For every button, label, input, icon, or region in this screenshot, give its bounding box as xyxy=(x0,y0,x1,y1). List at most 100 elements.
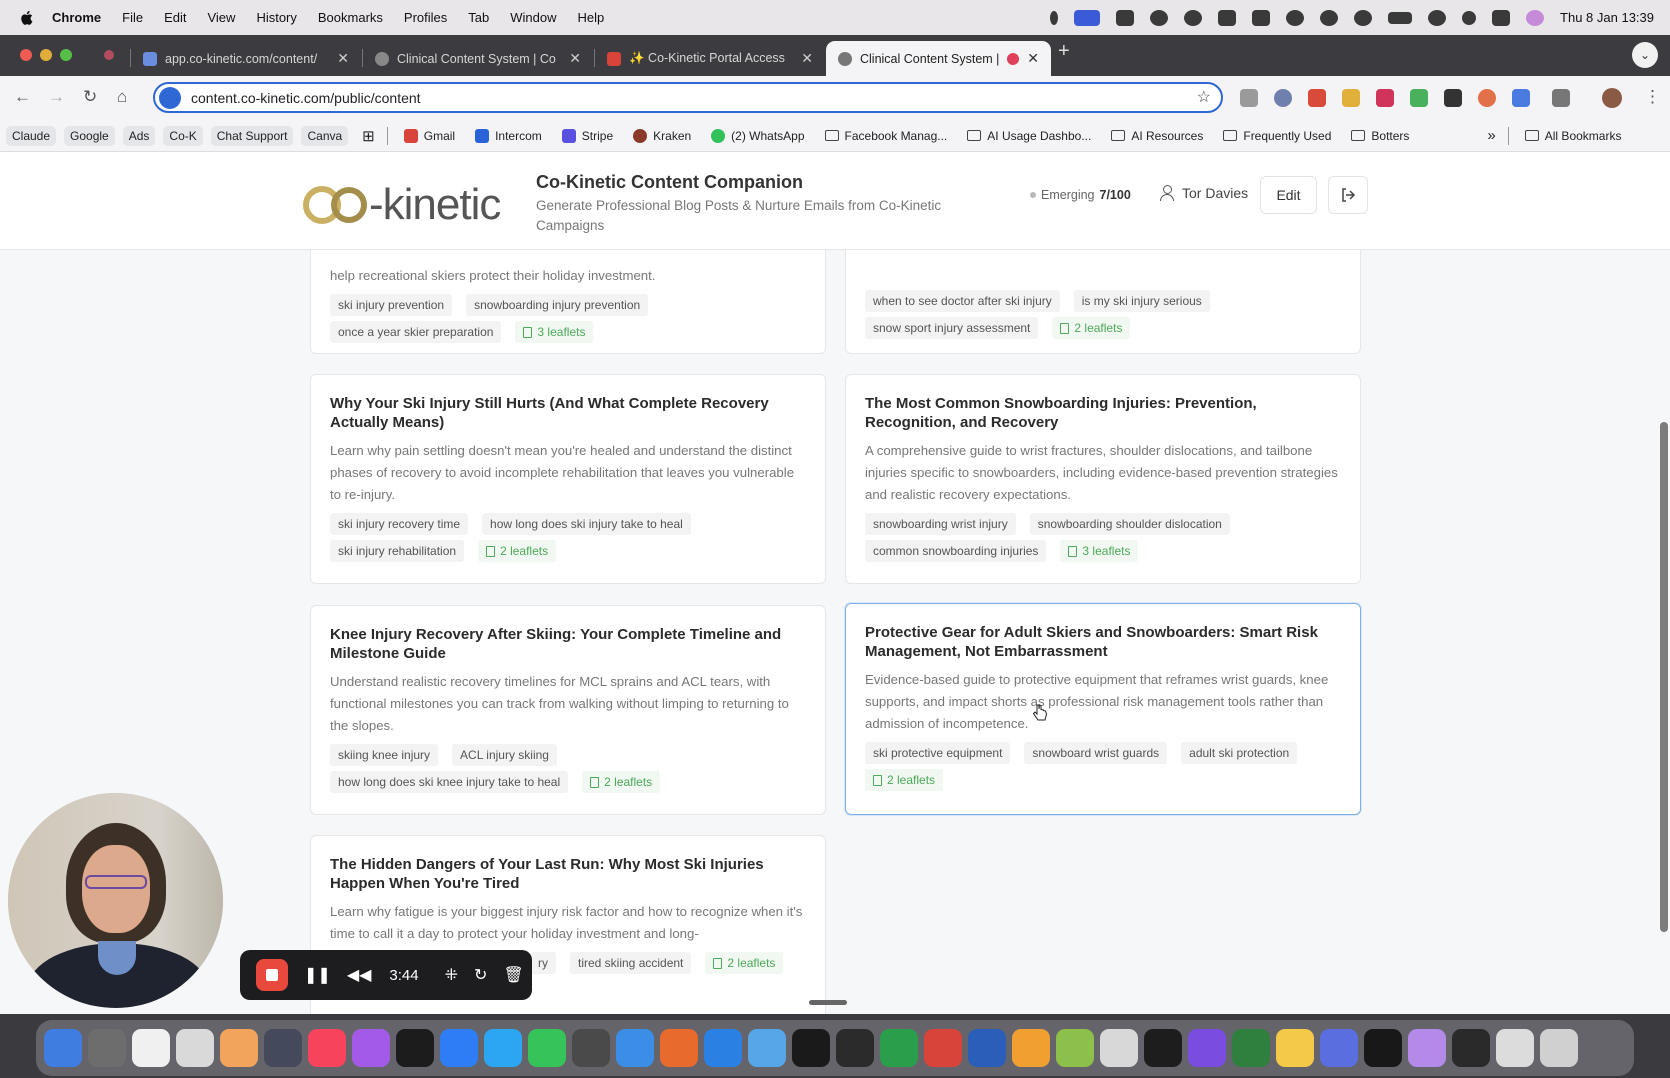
menu-profiles[interactable]: Profiles xyxy=(404,10,447,25)
app-tray-icon[interactable] xyxy=(1150,9,1169,26)
bookmark-claude[interactable]: Claude xyxy=(6,125,57,146)
battery-icon[interactable] xyxy=(1388,11,1413,24)
bookmark-whatsapp[interactable]: (2) WhatsApp xyxy=(711,128,805,143)
dock-app-icon[interactable] xyxy=(352,1029,390,1067)
page-scrollbar[interactable] xyxy=(1660,422,1668,932)
dock-app-icon[interactable] xyxy=(44,1029,82,1067)
content-card-hovered[interactable]: Protective Gear for Adult Skiers and Sno… xyxy=(845,603,1361,815)
dock-app-icon[interactable] xyxy=(572,1029,610,1067)
bookmark-folder-botters[interactable]: Botters xyxy=(1351,129,1409,143)
extension-icon[interactable] xyxy=(1274,89,1292,107)
dock-app-icon[interactable] xyxy=(1496,1029,1534,1067)
close-tab-icon[interactable]: ✕ xyxy=(1027,50,1039,67)
dock-app-icon[interactable] xyxy=(176,1029,214,1067)
close-tab-icon[interactable]: ✕ xyxy=(801,50,813,67)
menu-bookmarks[interactable]: Bookmarks xyxy=(318,10,383,25)
dock-app-icon[interactable] xyxy=(836,1029,874,1067)
extension-icon[interactable] xyxy=(1512,89,1530,107)
home-icon[interactable]: ⌂ xyxy=(117,87,127,107)
close-window-icon[interactable] xyxy=(20,49,32,61)
user-chip[interactable]: Tor Davies xyxy=(1160,185,1248,201)
dock-app-icon[interactable] xyxy=(528,1029,566,1067)
bookmark-intercom[interactable]: Intercom xyxy=(475,128,542,143)
bookmark-ads[interactable]: Ads xyxy=(122,125,156,146)
content-card[interactable]: help recreational skiers protect their h… xyxy=(310,250,826,354)
drop-icon[interactable] xyxy=(1354,9,1373,26)
content-card[interactable]: Knee Injury Recovery After Skiing: Your … xyxy=(310,605,826,815)
microphone-icon[interactable] xyxy=(1050,10,1059,25)
forward-icon[interactable]: → xyxy=(48,87,65,107)
bookmark-folder-all[interactable]: All Bookmarks xyxy=(1524,129,1621,143)
dock-app-icon[interactable] xyxy=(748,1029,786,1067)
camera-extension-icon[interactable] xyxy=(1240,89,1258,107)
extension-icon[interactable] xyxy=(1376,89,1394,107)
tab-app-co-kinetic[interactable]: app.co-kinetic.com/content/ ✕ xyxy=(131,41,361,76)
dock-app-icon[interactable] xyxy=(1408,1029,1446,1067)
bookmarks-overflow-icon[interactable]: » xyxy=(1487,127,1495,144)
stats-icon[interactable] xyxy=(1218,9,1237,26)
content-card[interactable]: when to see doctor after ski injury is m… xyxy=(845,250,1361,354)
dock-app-icon[interactable] xyxy=(660,1029,698,1067)
extension-icon[interactable] xyxy=(1410,89,1428,107)
dock-app-icon[interactable] xyxy=(88,1029,126,1067)
dock-app-icon[interactable] xyxy=(1144,1029,1182,1067)
bookmark-folder-ai-usage[interactable]: AI Usage Dashbo... xyxy=(967,129,1091,143)
menu-app-name[interactable]: Chrome xyxy=(52,10,101,25)
grid-icon[interactable]: ⁜ xyxy=(445,965,458,985)
dock-app-icon[interactable] xyxy=(924,1029,962,1067)
co-kinetic-logo[interactable]: -kinetic xyxy=(303,180,501,230)
spotlight-search-icon[interactable] xyxy=(1462,10,1477,25)
tab-search-icon[interactable]: ⌄ xyxy=(1632,42,1658,68)
trash-icon[interactable]: 🗑 xyxy=(503,965,523,985)
close-tab-icon[interactable]: ✕ xyxy=(337,50,349,67)
chrome-menu-icon[interactable]: ⋮ xyxy=(1644,87,1661,107)
webcam-overlay[interactable] xyxy=(8,793,223,1008)
dock-app-icon[interactable] xyxy=(264,1029,302,1067)
extension-icon[interactable] xyxy=(1308,89,1326,107)
back-icon[interactable]: ← xyxy=(14,87,31,107)
minimize-window-icon[interactable] xyxy=(40,49,52,61)
restart-icon[interactable]: ↻ xyxy=(474,965,487,985)
dock-app-icon[interactable] xyxy=(396,1029,434,1067)
menu-help[interactable]: Help xyxy=(578,10,605,25)
bookmark-folder-ai-resources[interactable]: AI Resources xyxy=(1111,129,1203,143)
stop-recording-button[interactable] xyxy=(256,959,288,991)
dock-app-icon[interactable] xyxy=(880,1029,918,1067)
dock-app-icon[interactable] xyxy=(1452,1029,1490,1067)
wifi-icon[interactable] xyxy=(1428,9,1447,26)
vpn-icon[interactable] xyxy=(1286,9,1305,26)
bookmark-kraken[interactable]: Kraken xyxy=(633,128,691,143)
dock-app-icon[interactable] xyxy=(1188,1029,1226,1067)
extension-icon[interactable] xyxy=(1444,89,1462,107)
menu-tab[interactable]: Tab xyxy=(468,10,489,25)
dock-app-icon[interactable] xyxy=(616,1029,654,1067)
menu-history[interactable]: History xyxy=(256,10,296,25)
site-info-icon[interactable] xyxy=(159,86,181,109)
dock-app-icon[interactable] xyxy=(1364,1029,1402,1067)
dock-app-icon[interactable] xyxy=(1276,1029,1314,1067)
close-tab-icon[interactable]: ✕ xyxy=(569,50,581,67)
content-card[interactable]: Why Your Ski Injury Still Hurts (And Wha… xyxy=(310,374,826,584)
menubar-clock[interactable]: Thu 8 Jan 13:39 xyxy=(1560,10,1654,25)
extensions-puzzle-icon[interactable] xyxy=(1552,89,1570,107)
content-card[interactable]: The Most Common Snowboarding Injuries: P… xyxy=(845,374,1361,584)
bookmark-gmail[interactable]: Gmail xyxy=(403,128,455,143)
resize-handle[interactable] xyxy=(809,1000,847,1005)
tab-portal-access[interactable]: ✨ Co-Kinetic Portal Access ✕ xyxy=(595,41,825,76)
edit-button[interactable]: Edit xyxy=(1260,176,1317,214)
record-tray-icon[interactable] xyxy=(1184,9,1203,26)
menu-edit[interactable]: Edit xyxy=(164,10,186,25)
dock-app-icon[interactable] xyxy=(484,1029,522,1067)
logout-button[interactable] xyxy=(1328,176,1368,214)
extension-icon[interactable] xyxy=(1342,89,1360,107)
sync-icon[interactable] xyxy=(1320,9,1339,26)
tab-clinical-content-1[interactable]: Clinical Content System | Co ✕ xyxy=(363,41,593,76)
dock-app-icon[interactable] xyxy=(1056,1029,1094,1067)
reload-icon[interactable]: ↻ xyxy=(83,87,97,107)
new-tab-icon[interactable]: + xyxy=(1058,40,1070,63)
extension-icon[interactable] xyxy=(1478,89,1496,107)
dock-app-icon[interactable] xyxy=(704,1029,742,1067)
dock-app-icon[interactable] xyxy=(1540,1029,1578,1067)
menu-file[interactable]: File xyxy=(122,10,143,25)
bookmark-co-k[interactable]: Co-K xyxy=(163,125,203,146)
